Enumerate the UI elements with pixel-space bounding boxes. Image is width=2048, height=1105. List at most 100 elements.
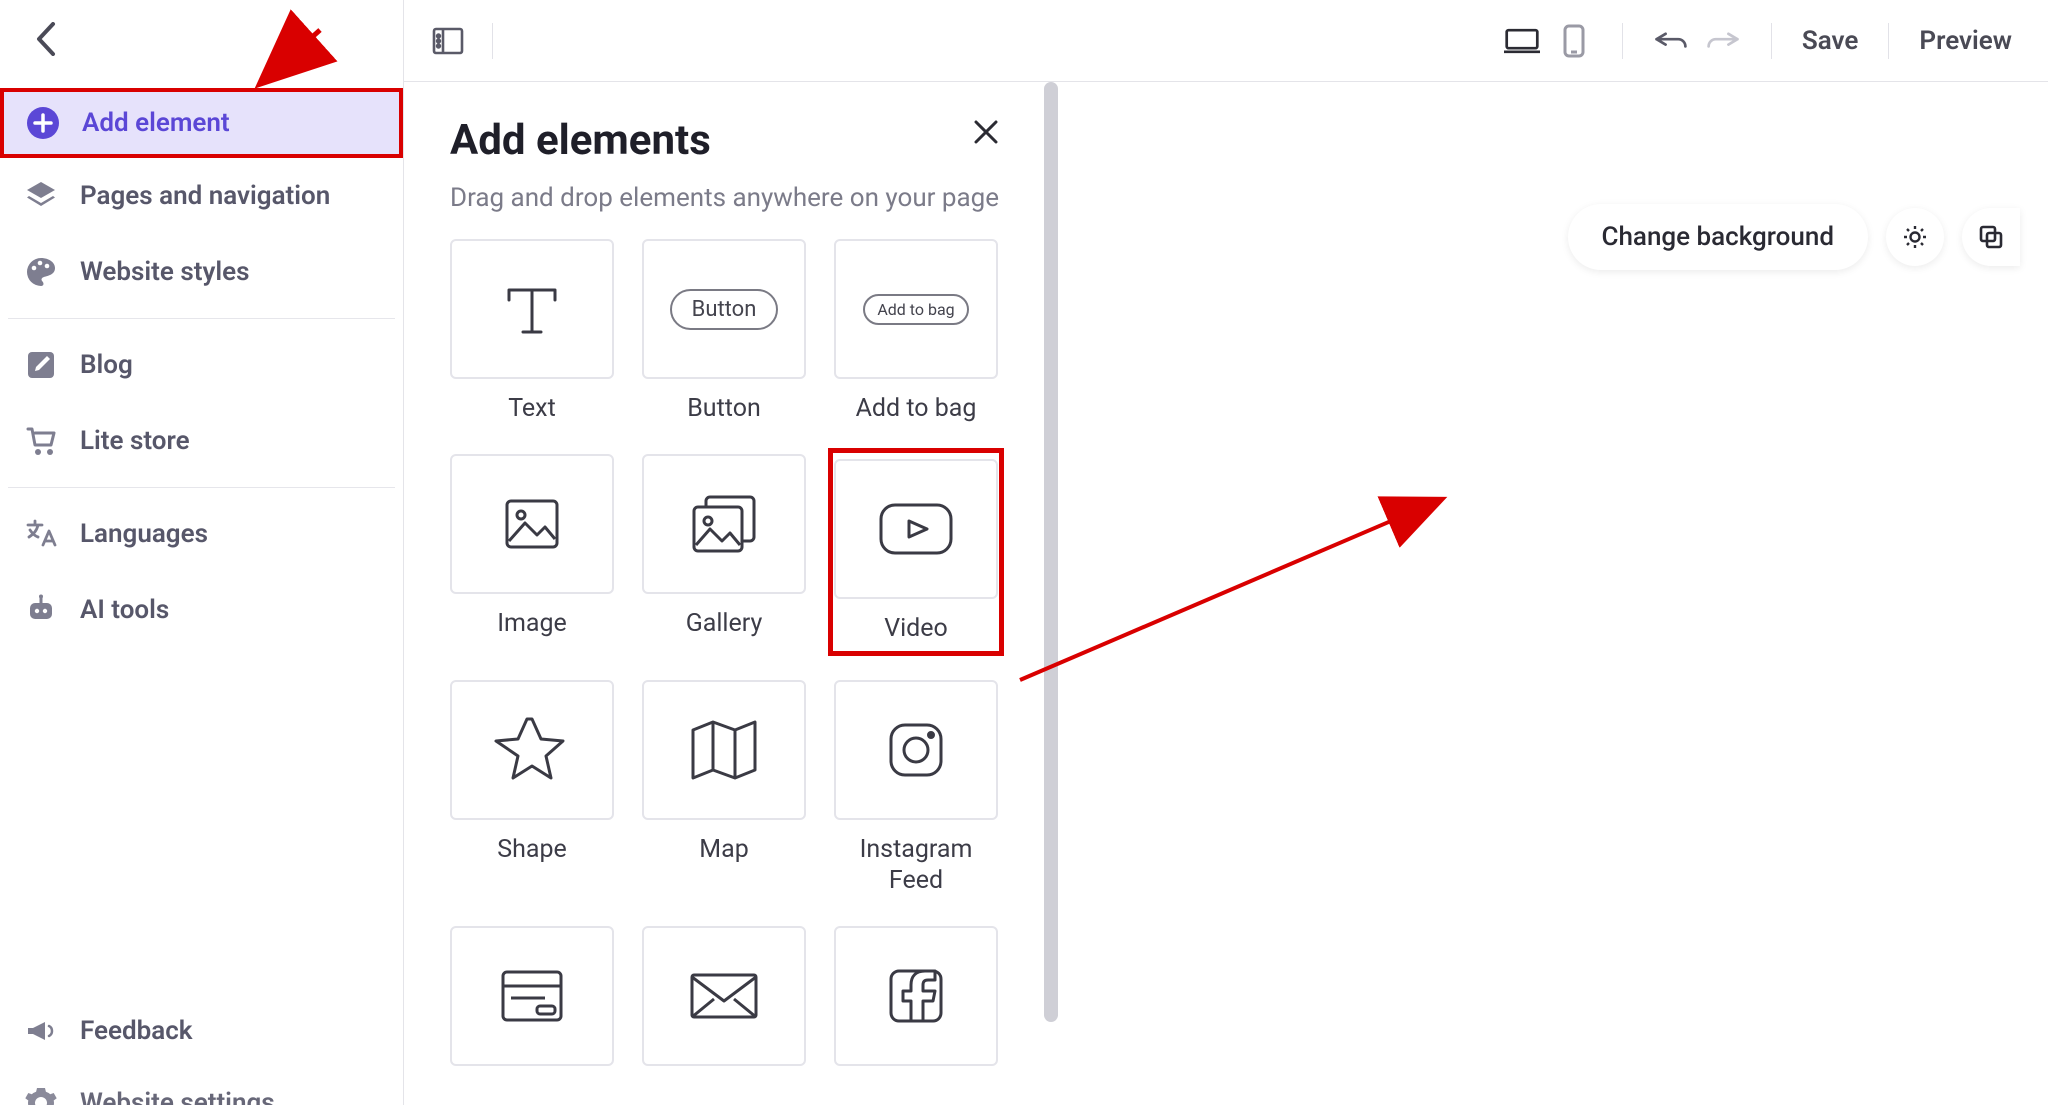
tile-image[interactable]: Image [450,454,614,649]
tile-instagram[interactable]: Instagram Feed [834,680,998,897]
sidebar-item-label: AI tools [80,595,169,625]
separator [492,23,493,59]
tile-map[interactable]: Map [642,680,806,897]
canvas-toolbar: Change background [1568,204,2020,270]
tile-email[interactable] [642,926,806,1066]
close-icon [973,119,999,145]
sidebar-item-styles[interactable]: Website styles [8,234,395,310]
change-background-button[interactable]: Change background [1568,204,1868,270]
sidebar-item-settings[interactable]: Website settings [8,1067,395,1105]
tile-facebook[interactable] [834,926,998,1066]
plus-circle-icon [26,106,60,140]
tile-video[interactable]: Video [828,448,1004,655]
sidebar-item-label: Lite store [80,426,190,456]
tile-label: Add to bag [856,393,977,424]
main: Save Preview Add elements Drag and drop … [404,0,2048,1105]
copy-icon [1977,223,2005,251]
topbar: Save Preview [404,0,2048,82]
layout-panel-icon[interactable] [430,23,466,59]
tile-preview [834,926,998,1066]
sidebar-item-add-element[interactable]: Add element [0,88,403,158]
translate-icon [24,517,58,551]
form-icon [493,964,571,1028]
sidebar: Add element Pages and navigation Website… [0,0,404,1105]
desktop-icon[interactable] [1504,23,1540,59]
palette-icon [24,255,58,289]
sidebar-item-label: Add element [82,108,230,138]
video-icon [875,499,957,559]
tile-label: Map [699,834,748,865]
instagram-icon [881,715,951,785]
button-pill-icon: Button [670,289,779,330]
sidebar-item-label: Feedback [80,1016,193,1046]
text-icon [497,274,567,344]
sidebar-item-label: Blog [80,350,133,380]
cart-icon [24,424,58,458]
tile-preview [642,454,806,594]
undo-icon[interactable] [1653,23,1689,59]
sidebar-nav: Add element Pages and navigation Website… [0,78,403,648]
tile-label: Video [884,613,948,644]
redo-icon[interactable] [1705,23,1741,59]
close-panel-button[interactable] [968,114,1004,150]
duplicate-section-button[interactable] [1962,208,2020,266]
mobile-icon[interactable] [1556,23,1592,59]
tile-label: Text [508,393,556,424]
scrollbar-thumb[interactable] [1044,82,1058,1022]
gear-icon [24,1086,58,1105]
preview-button[interactable]: Preview [1909,26,2022,56]
sidebar-item-feedback[interactable]: Feedback [8,995,395,1067]
canvas[interactable]: Change background [1044,82,2048,1105]
add-to-bag-pill-icon: Add to bag [863,294,968,325]
tile-preview: Button [642,239,806,379]
tile-text[interactable]: Text [450,239,614,424]
tile-preview [450,926,614,1066]
topbar-left [430,23,493,59]
content: Add elements Drag and drop elements anyw… [404,82,2048,1105]
megaphone-icon [24,1014,58,1048]
sidebar-item-languages[interactable]: Languages [8,496,395,572]
panel-subtitle: Drag and drop elements anywhere on your … [450,183,1008,213]
gear-icon [1901,223,1929,251]
map-icon [685,714,763,786]
tile-label: Instagram Feed [834,834,998,897]
save-button[interactable]: Save [1792,26,1869,56]
section-settings-button[interactable] [1886,208,1944,266]
tile-preview [642,680,806,820]
email-icon [684,967,764,1025]
separator [1622,23,1623,59]
sidebar-item-label: Website settings [80,1088,275,1105]
tile-button[interactable]: Button Button [642,239,806,424]
tile-preview [834,459,998,599]
sidebar-top [0,0,403,78]
divider [8,487,395,488]
history-group [1643,23,1751,59]
sidebar-item-store[interactable]: Lite store [8,403,395,479]
sidebar-item-blog[interactable]: Blog [8,327,395,403]
tile-gallery[interactable]: Gallery [642,454,806,649]
back-button[interactable] [28,21,64,57]
divider [8,318,395,319]
edit-square-icon [24,348,58,382]
sidebar-item-label: Website styles [80,257,249,287]
tile-form[interactable] [450,926,614,1066]
image-icon [497,489,567,559]
sidebar-item-label: Languages [80,519,208,549]
chevron-left-icon [35,22,57,56]
tile-label: Shape [497,834,567,865]
tile-preview: Add to bag [834,239,998,379]
add-elements-panel: Add elements Drag and drop elements anyw… [404,82,1044,1105]
tile-label: Image [497,608,567,639]
tile-add-to-bag[interactable]: Add to bag Add to bag [834,239,998,424]
sidebar-item-pages[interactable]: Pages and navigation [8,158,395,234]
tile-preview [450,680,614,820]
separator [1771,23,1772,59]
facebook-icon [883,963,949,1029]
topbar-right: Save Preview [1494,23,2022,59]
gallery-icon [684,487,764,561]
sidebar-item-ai-tools[interactable]: AI tools [8,572,395,648]
separator [1888,23,1889,59]
tile-shape[interactable]: Shape [450,680,614,897]
star-icon [493,711,571,789]
elements-grid: Text Button Button Add to bag Add to bag [450,239,1008,1066]
